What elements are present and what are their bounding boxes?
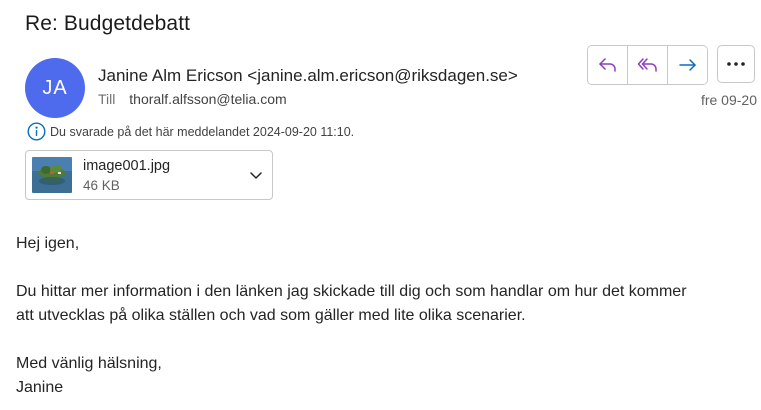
forward-icon: [678, 59, 696, 71]
body-greeting: Hej igen,: [16, 235, 80, 252]
chevron-down-icon[interactable]: [248, 167, 264, 183]
recipients-line: Till thoralf.alfsson@telia.com: [98, 91, 287, 107]
message-date: fre 09-20: [700, 92, 757, 108]
more-options-icon: [727, 62, 745, 66]
attachment-thumbnail: [32, 157, 72, 193]
avatar-initials: JA: [42, 76, 68, 99]
body-signature: Janine: [16, 379, 64, 396]
more-options-button[interactable]: [717, 45, 755, 83]
body-paragraph-line: att utvecklas på olika ställen och vad s…: [16, 307, 526, 324]
email-subject: Re: Budgetdebatt: [25, 12, 191, 35]
info-icon: [27, 122, 46, 141]
forward-button[interactable]: [668, 46, 707, 84]
recipient-address[interactable]: thoralf.alfsson@telia.com: [129, 91, 286, 107]
attachment-name: image001.jpg: [83, 158, 171, 174]
sender-name[interactable]: Janine Alm Ericson <janine.alm.ericson@r…: [98, 66, 518, 86]
body-closing: Med vänlig hälsning,: [16, 355, 162, 372]
body-paragraph-line: Du hittar mer information i den länken j…: [16, 283, 687, 300]
message-actions: [587, 45, 708, 85]
sender-avatar[interactable]: JA: [25, 58, 85, 118]
reply-all-icon: [637, 58, 657, 72]
replied-notice-text: Du svarade på det här meddelandet 2024-0…: [50, 124, 355, 139]
email-reading-pane: Re: Budgetdebatt JA Janine Alm Ericson <…: [0, 0, 761, 410]
attachment-size: 46 KB: [83, 178, 120, 193]
reply-icon: [598, 58, 616, 72]
reply-button[interactable]: [588, 46, 628, 84]
email-body: Hej igen, Du hittar mer information i de…: [16, 232, 756, 400]
reply-all-button[interactable]: [628, 46, 668, 84]
replied-notice: Du svarade på det här meddelandet 2024-0…: [27, 122, 354, 141]
to-label: Till: [98, 91, 116, 107]
attachment-card[interactable]: image001.jpg 46 KB: [25, 150, 273, 200]
